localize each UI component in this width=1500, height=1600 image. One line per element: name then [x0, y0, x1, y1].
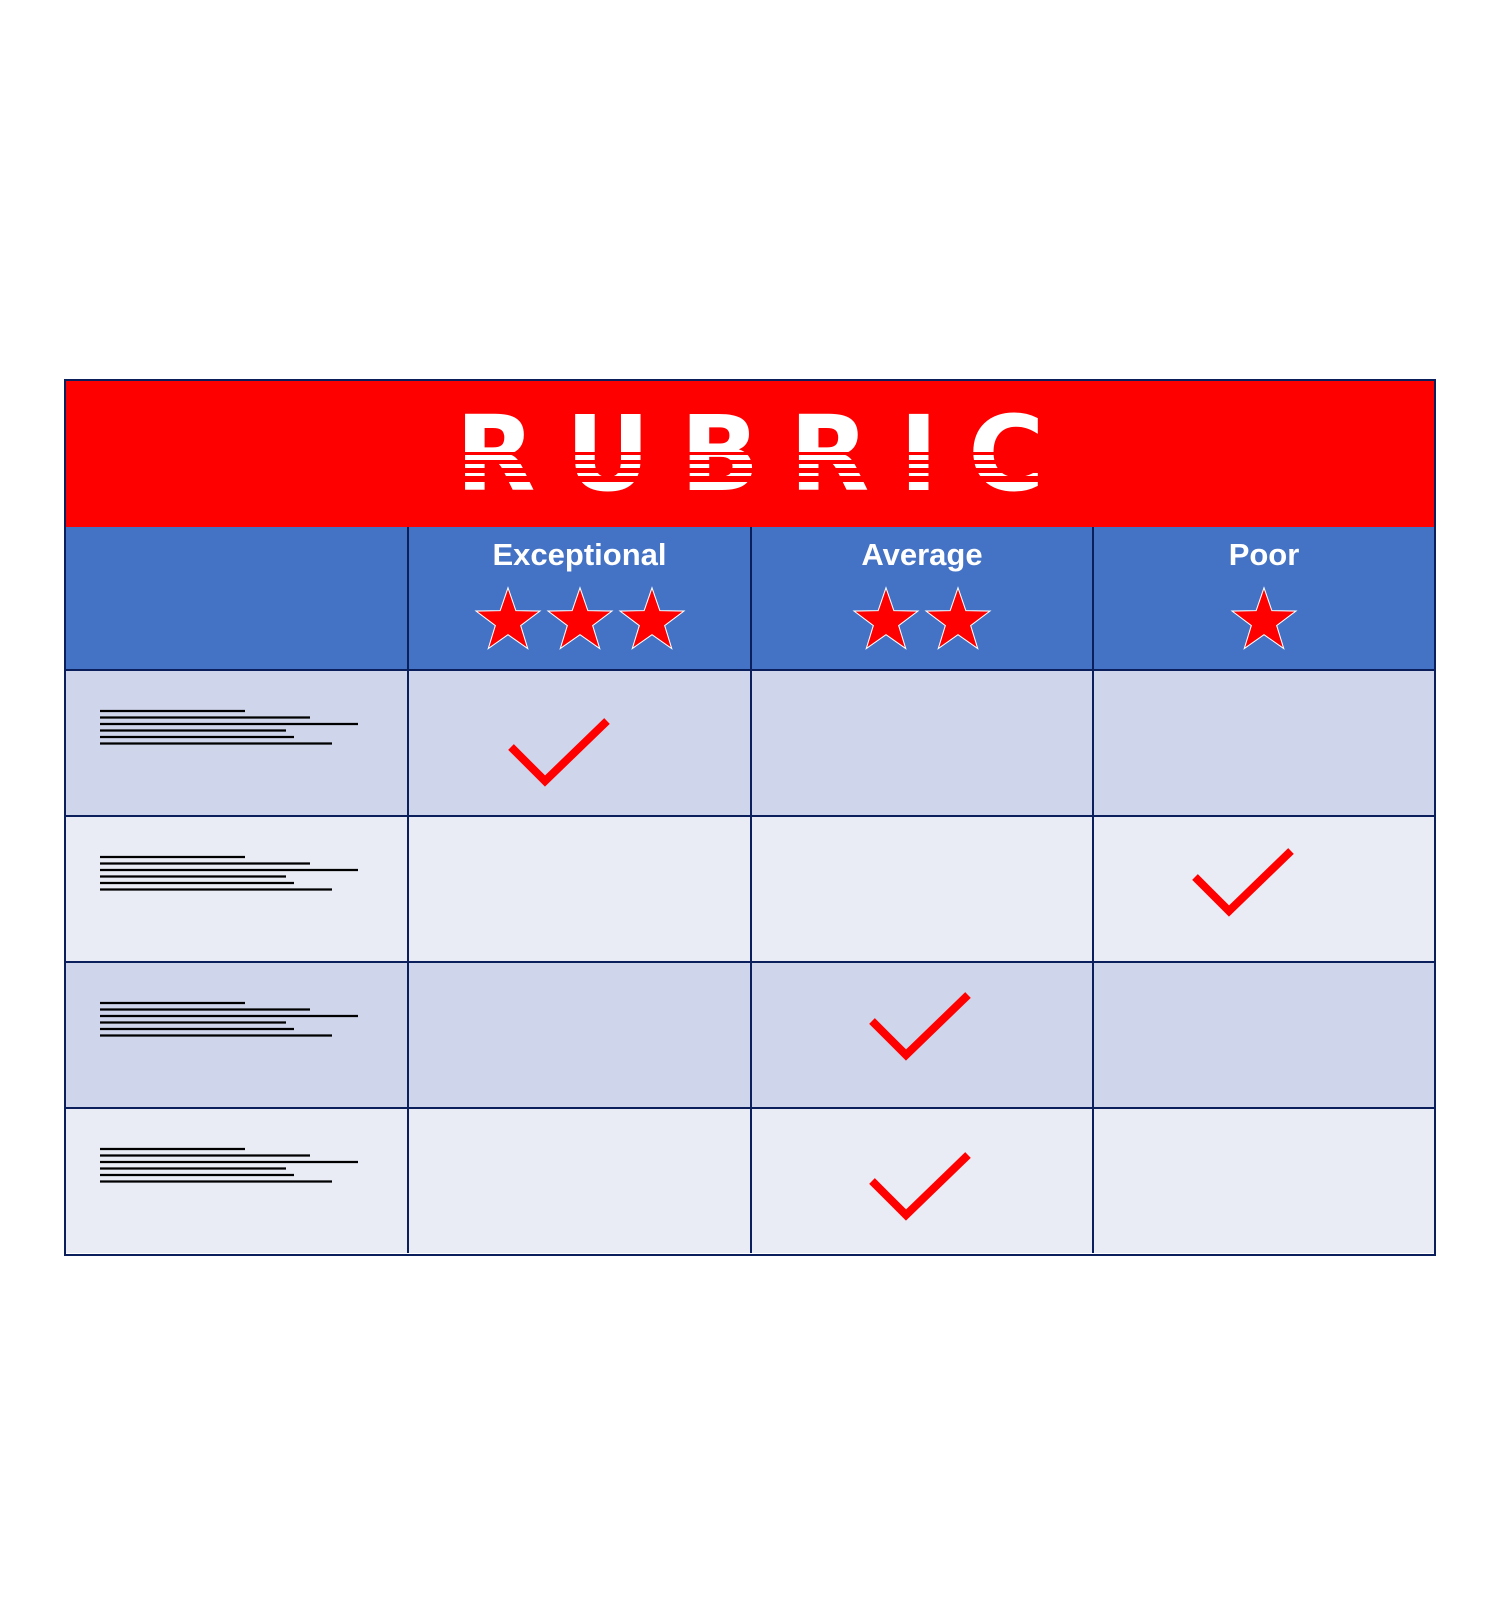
rating-cell: [409, 1109, 752, 1253]
stars-poor: [1094, 585, 1434, 655]
rating-cell: [1094, 671, 1434, 817]
header-average: Average: [752, 527, 1094, 671]
rating-cell: [752, 817, 1094, 963]
rating-cell: [752, 1109, 1094, 1253]
rating-cell: [752, 671, 1094, 817]
rubric-grid: Exceptional Average Poor: [66, 527, 1434, 1253]
stars-exceptional: [409, 585, 750, 655]
rating-cell: [409, 671, 752, 817]
column-label-average: Average: [861, 537, 983, 572]
criterion-cell-2: [66, 817, 409, 963]
text-lines-icon: [100, 1001, 370, 1061]
checkmark-icon: [1192, 848, 1294, 917]
rating-cell: [409, 963, 752, 1109]
checkmark-icon: [869, 1152, 971, 1221]
star-icon: [545, 586, 614, 650]
header-poor: Poor: [1094, 527, 1434, 671]
column-label-exceptional: Exceptional: [492, 537, 667, 572]
rating-cell: [409, 817, 752, 963]
stars-average: [752, 585, 1092, 655]
text-lines-icon: [100, 855, 370, 915]
rubric-title: RUBRIC: [455, 393, 1075, 515]
star-icon: [473, 586, 542, 650]
star-icon: [617, 586, 686, 650]
criterion-cell-3: [66, 963, 409, 1109]
criterion-cell-4: [66, 1109, 409, 1253]
text-lines-icon: [100, 709, 370, 769]
header-exceptional: Exceptional: [409, 527, 752, 671]
title-bar: RUBRIC: [66, 381, 1434, 529]
criterion-cell-1: [66, 671, 409, 817]
rating-cell: [752, 963, 1094, 1109]
checkmark-icon: [508, 718, 610, 787]
rating-cell: [1094, 817, 1434, 963]
text-lines-icon: [100, 1147, 370, 1207]
star-icon: [1230, 586, 1298, 650]
header-empty-cell: [66, 527, 409, 671]
rubric-table: RUBRIC Exceptional Average Poor: [64, 379, 1436, 1256]
column-label-poor: Poor: [1228, 537, 1300, 572]
checkmark-icon: [869, 992, 971, 1061]
rating-cell: [1094, 1109, 1434, 1253]
star-icon: [852, 586, 920, 650]
rating-cell: [1094, 963, 1434, 1109]
star-icon: [924, 586, 992, 650]
